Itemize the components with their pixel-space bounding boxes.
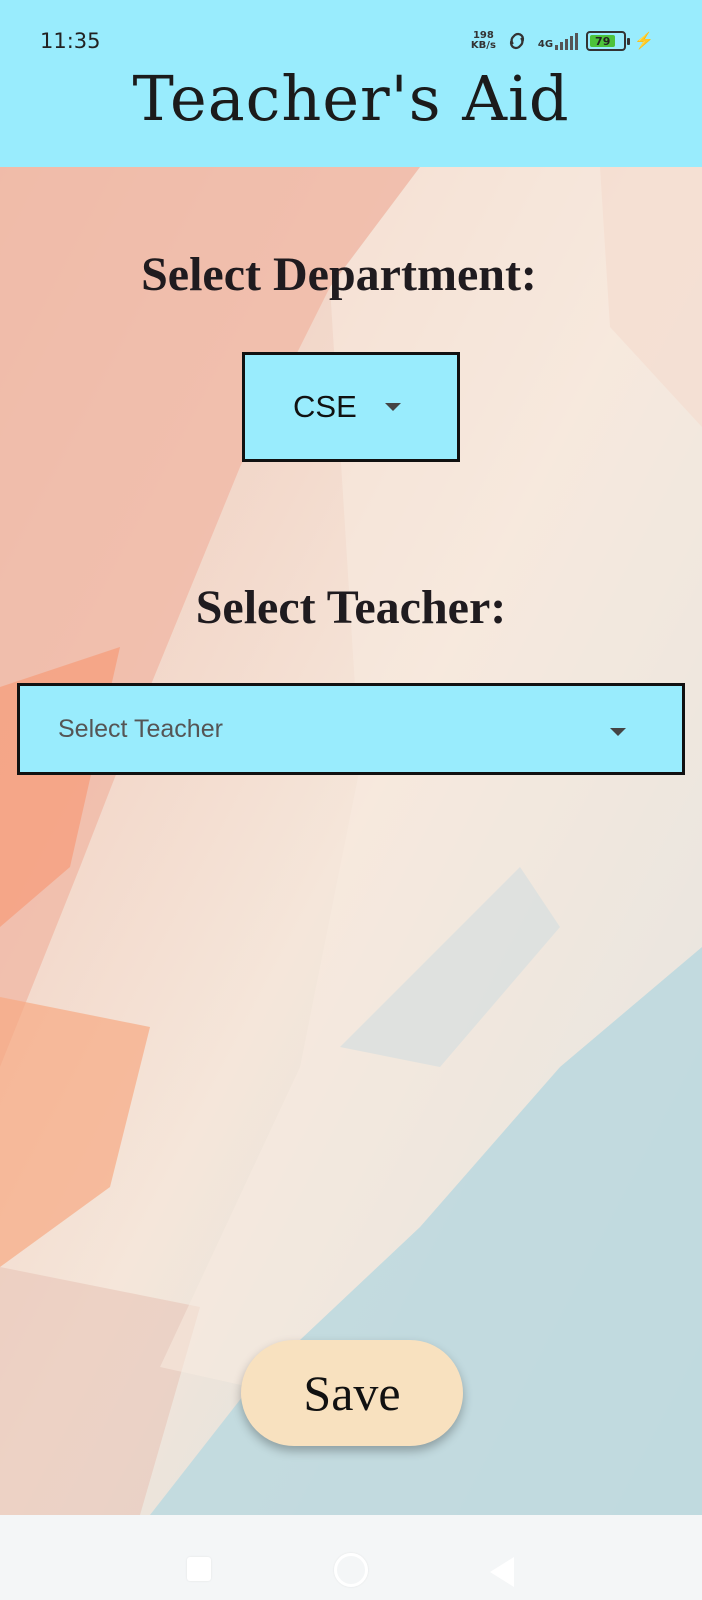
dropdown-arrow-icon <box>384 403 401 411</box>
department-dropdown[interactable]: CSE <box>242 352 460 462</box>
app-header: 11:35 198 KB/s 4G 79 ⚡ Teacher's Aid <box>0 0 702 167</box>
home-icon[interactable] <box>334 1553 368 1587</box>
status-time: 11:35 <box>40 29 101 53</box>
dropdown-arrow-icon <box>610 728 626 736</box>
battery-level: 79 <box>595 34 611 48</box>
department-selected-value: CSE <box>293 389 357 424</box>
network-type: 4G <box>537 39 554 50</box>
status-icons: 198 KB/s 4G 79 ⚡ <box>471 28 654 54</box>
department-label: Select Department: <box>141 248 537 301</box>
teacher-placeholder: Select Teacher <box>58 714 223 743</box>
hotspot-link-icon <box>509 32 524 50</box>
recent-apps-icon[interactable] <box>187 1557 211 1581</box>
app-title: Teacher's Aid <box>132 62 570 135</box>
signal-icon: 4G <box>537 32 579 50</box>
system-navigation-bar <box>0 1515 702 1600</box>
charging-icon: ⚡ <box>634 33 654 50</box>
teacher-label: Select Teacher: <box>195 581 507 634</box>
network-speed: 198 KB/s <box>471 31 496 51</box>
back-icon[interactable] <box>490 1557 514 1587</box>
battery-icon: 79 <box>586 31 631 51</box>
network-speed-unit: KB/s <box>470 40 496 51</box>
save-button[interactable]: Save <box>241 1340 463 1446</box>
teacher-dropdown[interactable]: Select Teacher <box>17 683 685 775</box>
